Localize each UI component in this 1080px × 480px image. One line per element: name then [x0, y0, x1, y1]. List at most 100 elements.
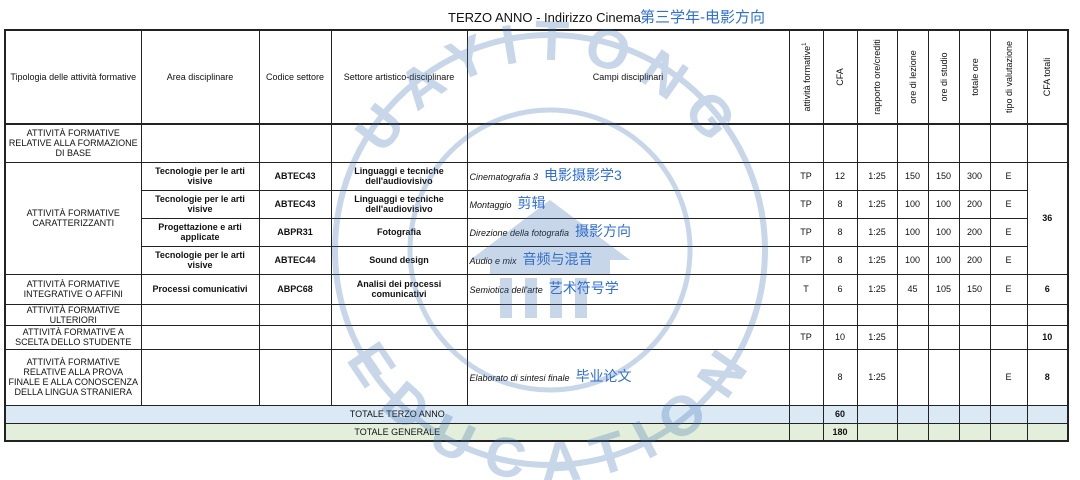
settore-cell: Sound design: [330, 245, 468, 275]
settore-cell: Linguaggi e tecniche dell'audiovisivo: [330, 189, 468, 219]
campo-cell: Semiotica dell'arte 艺术符号学: [466, 273, 790, 305]
tipo-cell: E: [989, 217, 1028, 247]
header-attivita: attività formative1: [788, 29, 824, 125]
rapporto-cell: 1:25: [856, 217, 898, 247]
title-chinese: 第三学年-电影方向: [640, 9, 765, 26]
codice-cell: ABTEC44: [258, 245, 332, 275]
studio-cell: 105: [927, 273, 960, 305]
codice-cell: ABTEC43: [258, 161, 332, 191]
tipologia-caratterizzanti: ATTIVITÀ FORMATIVE CARATTERIZZANTI: [4, 161, 142, 275]
tipologia-scelta: ATTIVITÀ FORMATIVE A SCELTA DELLO STUDEN…: [4, 324, 142, 350]
tipologia-integrative: ATTIVITÀ FORMATIVE INTEGRATIVE O AFFINI: [4, 273, 142, 305]
codice-cell: ABPR31: [258, 217, 332, 247]
studio-cell: 100: [927, 217, 960, 247]
campo-cell: Elaborato di sintesi finale 毕业论文: [466, 348, 790, 406]
area-cell: Tecnologie per le arti visive: [140, 161, 260, 191]
row-totale-generale: TOTALE GENERALE 180: [4, 422, 1069, 442]
settore-cell: Fotografia: [330, 217, 468, 247]
cfa-totali-cell: 8: [1026, 348, 1069, 406]
table-row: Progettazione e arti applicate ABPR31 Fo…: [5, 217, 1068, 247]
campo-cell: Direzione della fotografia 摄影方向: [466, 217, 790, 247]
cfa-cell: 8: [822, 217, 858, 247]
att-cell: TP: [788, 217, 824, 247]
rapporto-cell: 1:25: [856, 324, 898, 350]
tipologia-finale: ATTIVITÀ FORMATIVE RELATIVE ALLA PROVA F…: [4, 348, 142, 406]
totale-anno-label: TOTALE TERZO ANNO: [4, 404, 790, 424]
totale-cell: 200: [958, 189, 991, 219]
row-ulteriori: ATTIVITÀ FORMATIVE ULTERIORI: [4, 303, 1069, 326]
settore-cell: Linguaggi e tecniche dell'audiovisivo: [330, 161, 468, 191]
row-finale: ATTIVITÀ FORMATIVE RELATIVE ALLA PROVA F…: [4, 348, 1069, 406]
row-integrative: ATTIVITÀ FORMATIVE INTEGRATIVE O AFFINI …: [4, 273, 1069, 305]
header-row: Tipologia delle attività formative Area …: [4, 29, 1069, 125]
totale-cell: 300: [958, 161, 991, 191]
att-cell: T: [788, 273, 824, 305]
area-cell: Tecnologie per le arti visive: [140, 245, 260, 275]
lezione-cell: 100: [896, 217, 929, 247]
cfa-totali-cell: 6: [1026, 273, 1069, 305]
header-codice: Codice settore: [258, 29, 332, 125]
row-scelta: ATTIVITÀ FORMATIVE A SCELTA DELLO STUDEN…: [4, 324, 1069, 350]
header-tipologia: Tipologia delle attività formative: [4, 29, 142, 125]
studio-cell: 100: [927, 245, 960, 275]
tipo-cell: E: [989, 245, 1028, 275]
tipo-cell: E: [989, 348, 1028, 406]
page-title: TERZO ANNO - Indirizzo Cinema 第三学年-电影方向: [0, 6, 1080, 28]
cfa-cell: 12: [822, 161, 858, 191]
rapporto-cell: 1:25: [856, 348, 898, 406]
row-base: ATTIVITÀ FORMATIVE RELATIVE ALLA FORMAZI…: [4, 123, 1069, 163]
totale-cell: 200: [958, 245, 991, 275]
lezione-cell: 100: [896, 189, 929, 219]
cfa-cell: 8: [822, 245, 858, 275]
cfa-totali-caratterizzanti: 36: [1026, 161, 1069, 275]
header-lezione: ore di lezione: [896, 29, 929, 125]
totale-anno-cfa: 60: [822, 404, 858, 424]
codice-cell: ABPC68: [258, 273, 332, 305]
title-italian: TERZO ANNO - Indirizzo Cinema: [448, 10, 641, 25]
area-cell: Tecnologie per le arti visive: [140, 189, 260, 219]
rapporto-cell: 1:25: [856, 161, 898, 191]
header-settore: Settore artistico-disciplinare: [330, 29, 468, 125]
header-rapporto: rapporto ore/crediti: [856, 29, 898, 125]
cfa-cell: 6: [822, 273, 858, 305]
campo-cell: Audio e mix 音频与混音: [466, 245, 790, 275]
lezione-cell: 45: [896, 273, 929, 305]
att-cell: TP: [788, 324, 824, 350]
row-totale-anno: TOTALE TERZO ANNO 60: [4, 404, 1069, 424]
cfa-cell: 10: [822, 324, 858, 350]
totale-generale-label: TOTALE GENERALE: [4, 422, 790, 442]
studio-cell: 150: [927, 161, 960, 191]
tipo-cell: E: [989, 273, 1028, 305]
tipologia-base: ATTIVITÀ FORMATIVE RELATIVE ALLA FORMAZI…: [4, 123, 142, 163]
campo-cell: Montaggio 剪辑: [466, 189, 790, 219]
totale-generale-cfa: 180: [822, 422, 858, 442]
area-cell: Processi comunicativi: [140, 273, 260, 305]
header-tipo: tipo di valutazione: [989, 29, 1028, 125]
table-row: ATTIVITÀ FORMATIVE CARATTERIZZANTI Tecno…: [4, 161, 1069, 275]
campo-cell: Cinematografia 3 电影摄影学3: [466, 161, 790, 191]
codice-cell: ABTEC43: [258, 189, 332, 219]
studio-cell: 100: [927, 189, 960, 219]
rapporto-cell: 1:25: [856, 273, 898, 305]
table-row: Tecnologie per le arti visive ABTEC43 Li…: [5, 189, 1068, 219]
totale-cell: 150: [958, 273, 991, 305]
header-totale-ore: totale ore: [958, 29, 991, 125]
header-area: Area disciplinare: [140, 29, 260, 125]
totale-cell: 200: [958, 217, 991, 247]
rapporto-cell: 1:25: [856, 189, 898, 219]
att-cell: TP: [788, 161, 824, 191]
settore-cell: Analisi dei processi comunicativi: [330, 273, 468, 305]
att-cell: TP: [788, 245, 824, 275]
lezione-cell: 150: [896, 161, 929, 191]
header-cfa: CFA: [822, 29, 858, 125]
att-cell: TP: [788, 189, 824, 219]
table-row: Tecnologie per le arti visive ABTEC44 So…: [5, 245, 1068, 275]
cfa-totali-cell: 10: [1026, 324, 1069, 350]
header-campi: Campi disciplinari: [466, 29, 790, 125]
lezione-cell: 100: [896, 245, 929, 275]
tipo-cell: E: [989, 189, 1028, 219]
area-cell: Progettazione e arti applicate: [140, 217, 260, 247]
header-cfa-totali: CFA totali: [1026, 29, 1069, 125]
curriculum-table: Tipologia delle attività formative Area …: [4, 29, 1069, 442]
rapporto-cell: 1:25: [856, 245, 898, 275]
